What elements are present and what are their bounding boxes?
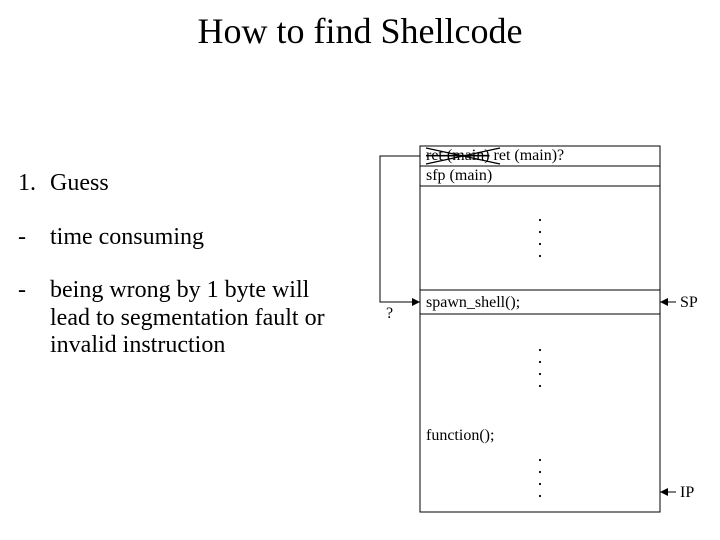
list-item: - time consuming	[18, 224, 348, 252]
bullet-text: time consuming	[50, 224, 204, 252]
stack-row1-right: ret (main)?	[490, 147, 565, 164]
bullet-dash: -	[18, 277, 50, 360]
stack-spawn: spawn_shell();	[426, 294, 520, 311]
label-ip: IP	[680, 484, 694, 501]
stack-diagram: ret (main) ret (main)? sfp (main) spawn_…	[360, 140, 700, 520]
bullet-text: Guess	[50, 170, 109, 198]
slide: How to find Shellcode 1. Guess - time co…	[0, 0, 720, 540]
stack-row2: sfp (main)	[426, 167, 492, 184]
bullet-text: being wrong by 1 byte will lead to segme…	[50, 277, 348, 360]
list-item: - being wrong by 1 byte will lead to seg…	[18, 277, 348, 360]
list-item: 1. Guess	[18, 170, 348, 198]
bullet-number: 1.	[18, 170, 50, 198]
bullet-dash: -	[18, 224, 50, 252]
stack-svg: ret (main) ret (main)? sfp (main) spawn_…	[360, 140, 700, 520]
label-sp: SP	[680, 294, 698, 311]
stack-function: function();	[426, 427, 494, 444]
content-list: 1. Guess - time consuming - being wrong …	[18, 170, 348, 386]
loop-question: ?	[386, 305, 393, 322]
page-title: How to find Shellcode	[0, 10, 720, 52]
